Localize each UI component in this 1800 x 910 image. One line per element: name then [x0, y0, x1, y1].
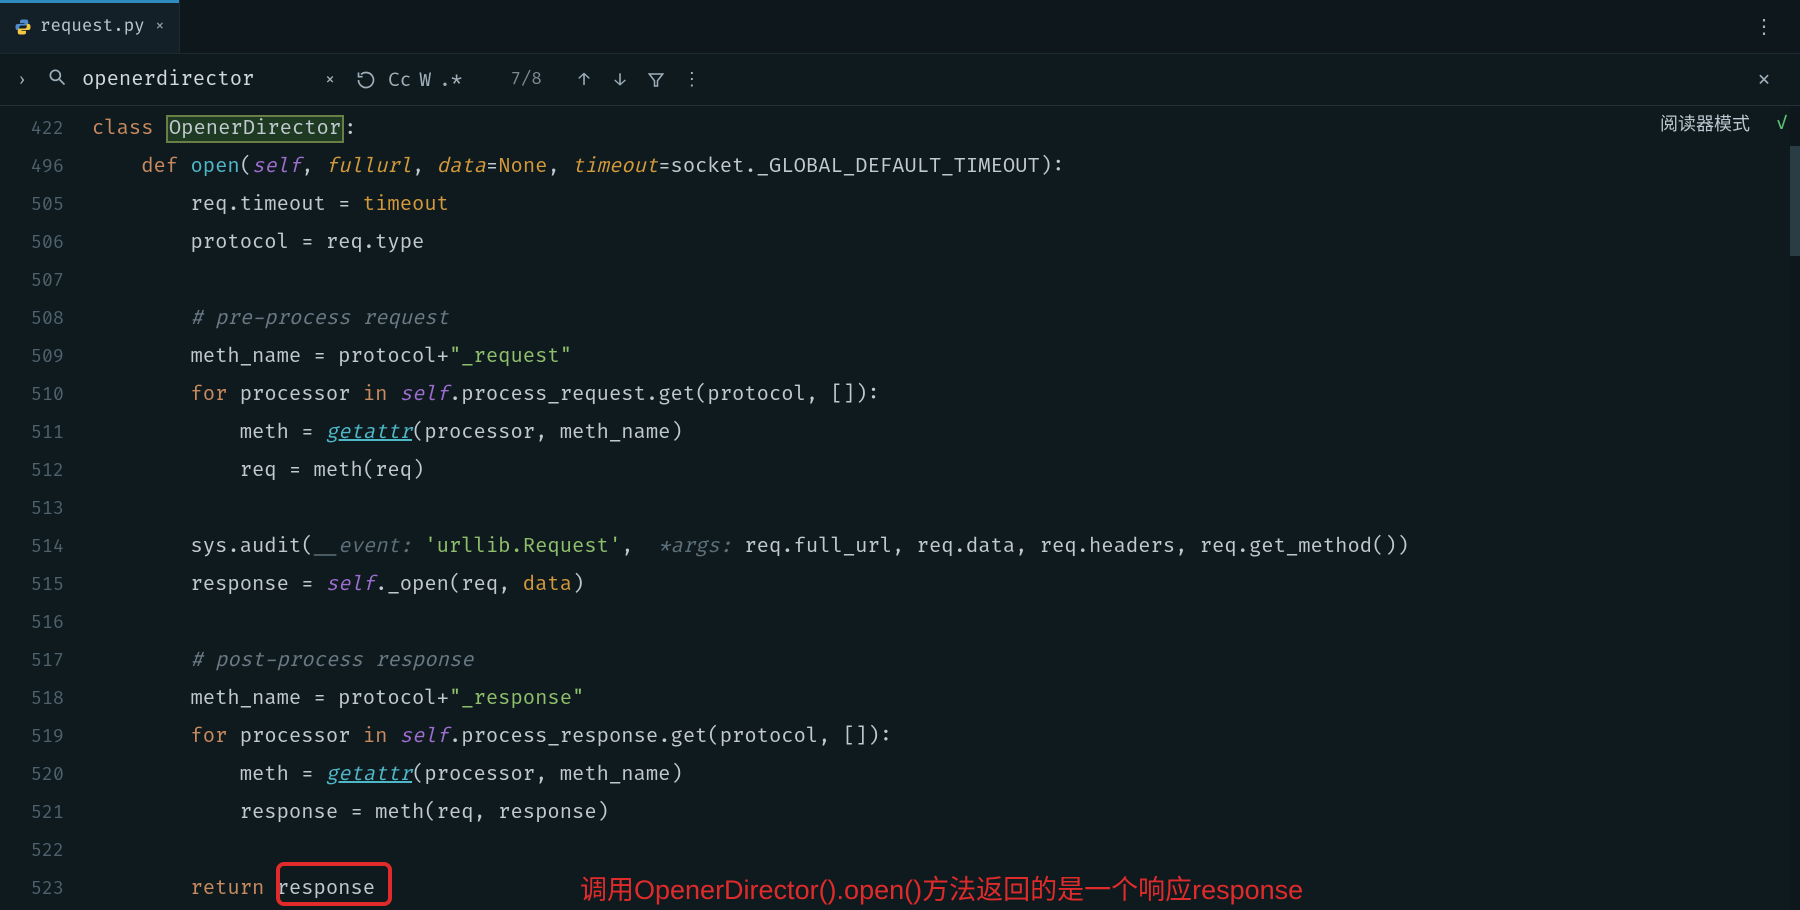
code-line: # pre-process request: [80, 300, 1800, 338]
line-number: 509: [0, 338, 80, 376]
next-match-icon[interactable]: ↓: [604, 64, 636, 96]
expand-replace-icon[interactable]: ›: [10, 70, 34, 90]
code-line: [80, 604, 1800, 642]
search-history-icon[interactable]: [350, 64, 382, 96]
code-area[interactable]: 阅读器模式 ✓ class OpenerDirector: def open(s…: [80, 106, 1800, 910]
line-number: 521: [0, 794, 80, 832]
inspections-ok-icon[interactable]: ✓: [1776, 112, 1788, 136]
line-number: 520: [0, 756, 80, 794]
filter-icon[interactable]: [640, 64, 672, 96]
code-line: [80, 832, 1800, 870]
code-line: req = meth(req): [80, 452, 1800, 490]
find-bar: › × Cc W .* 7/8 ↑ ↓ ⋮ ✕: [0, 54, 1800, 106]
line-number: 422: [0, 110, 80, 148]
clear-search-icon[interactable]: ×: [314, 64, 346, 96]
line-number: 505: [0, 186, 80, 224]
line-number: 507: [0, 262, 80, 300]
line-number: 514: [0, 528, 80, 566]
search-icon: [42, 67, 72, 93]
code-line: meth = getattr(processor, meth_name): [80, 414, 1800, 452]
code-line: class OpenerDirector:: [80, 110, 1800, 148]
close-find-icon[interactable]: ✕: [1748, 64, 1780, 96]
line-number: 506: [0, 224, 80, 262]
code-line: [80, 490, 1800, 528]
line-number: 508: [0, 300, 80, 338]
code-line: protocol = req.type: [80, 224, 1800, 262]
code-line: for processor in self.process_response.g…: [80, 718, 1800, 756]
file-tab[interactable]: request.py ×: [0, 0, 180, 53]
highlighted-class: OpenerDirector: [166, 115, 344, 143]
line-number: 517: [0, 642, 80, 680]
line-number: 512: [0, 452, 80, 490]
code-line: def open(self, fullurl, data=None, timeo…: [80, 148, 1800, 186]
python-file-icon: [14, 18, 32, 36]
code-line: meth_name = protocol+"_request": [80, 338, 1800, 376]
search-input[interactable]: [82, 68, 312, 92]
code-line: meth_name = protocol+"_response": [80, 680, 1800, 718]
code-line: req.timeout = timeout: [80, 186, 1800, 224]
code-line: [80, 262, 1800, 300]
code-line: response = self._open(req, data): [80, 566, 1800, 604]
prev-match-icon[interactable]: ↑: [568, 64, 600, 96]
match-case-button[interactable]: Cc: [388, 68, 411, 92]
find-more-icon[interactable]: ⋮: [676, 64, 708, 96]
tab-overflow-icon[interactable]: ⋮: [1754, 14, 1776, 40]
match-count: 7/8: [510, 69, 541, 90]
tab-close-icon[interactable]: ×: [155, 16, 165, 37]
tab-filename: request.py: [40, 16, 145, 37]
line-number: 513: [0, 490, 80, 528]
line-number: 515: [0, 566, 80, 604]
line-number: 522: [0, 832, 80, 870]
code-line: response = meth(req, response): [80, 794, 1800, 832]
code-line: meth = getattr(processor, meth_name): [80, 756, 1800, 794]
code-editor[interactable]: 4224965055065075085095105115125135145155…: [0, 106, 1800, 910]
line-number: 519: [0, 718, 80, 756]
line-number: 516: [0, 604, 80, 642]
minimap-thumb[interactable]: [1790, 146, 1800, 256]
line-number: 496: [0, 148, 80, 186]
regex-button[interactable]: .*: [439, 68, 462, 92]
line-number: 518: [0, 680, 80, 718]
code-line: for processor in self.process_request.ge…: [80, 376, 1800, 414]
code-line: # post-process response: [80, 642, 1800, 680]
minimap[interactable]: [1790, 106, 1800, 910]
code-line: sys.audit(__event: 'urllib.Request', *ar…: [80, 528, 1800, 566]
line-number: 510: [0, 376, 80, 414]
status-bar: [0, 902, 1800, 910]
line-number: 511: [0, 414, 80, 452]
line-gutter: 4224965055065075085095105115125135145155…: [0, 106, 80, 910]
whole-word-button[interactable]: W: [419, 68, 431, 92]
reader-mode-button[interactable]: 阅读器模式: [1660, 110, 1750, 136]
tab-bar: request.py × ⋮: [0, 0, 1800, 54]
